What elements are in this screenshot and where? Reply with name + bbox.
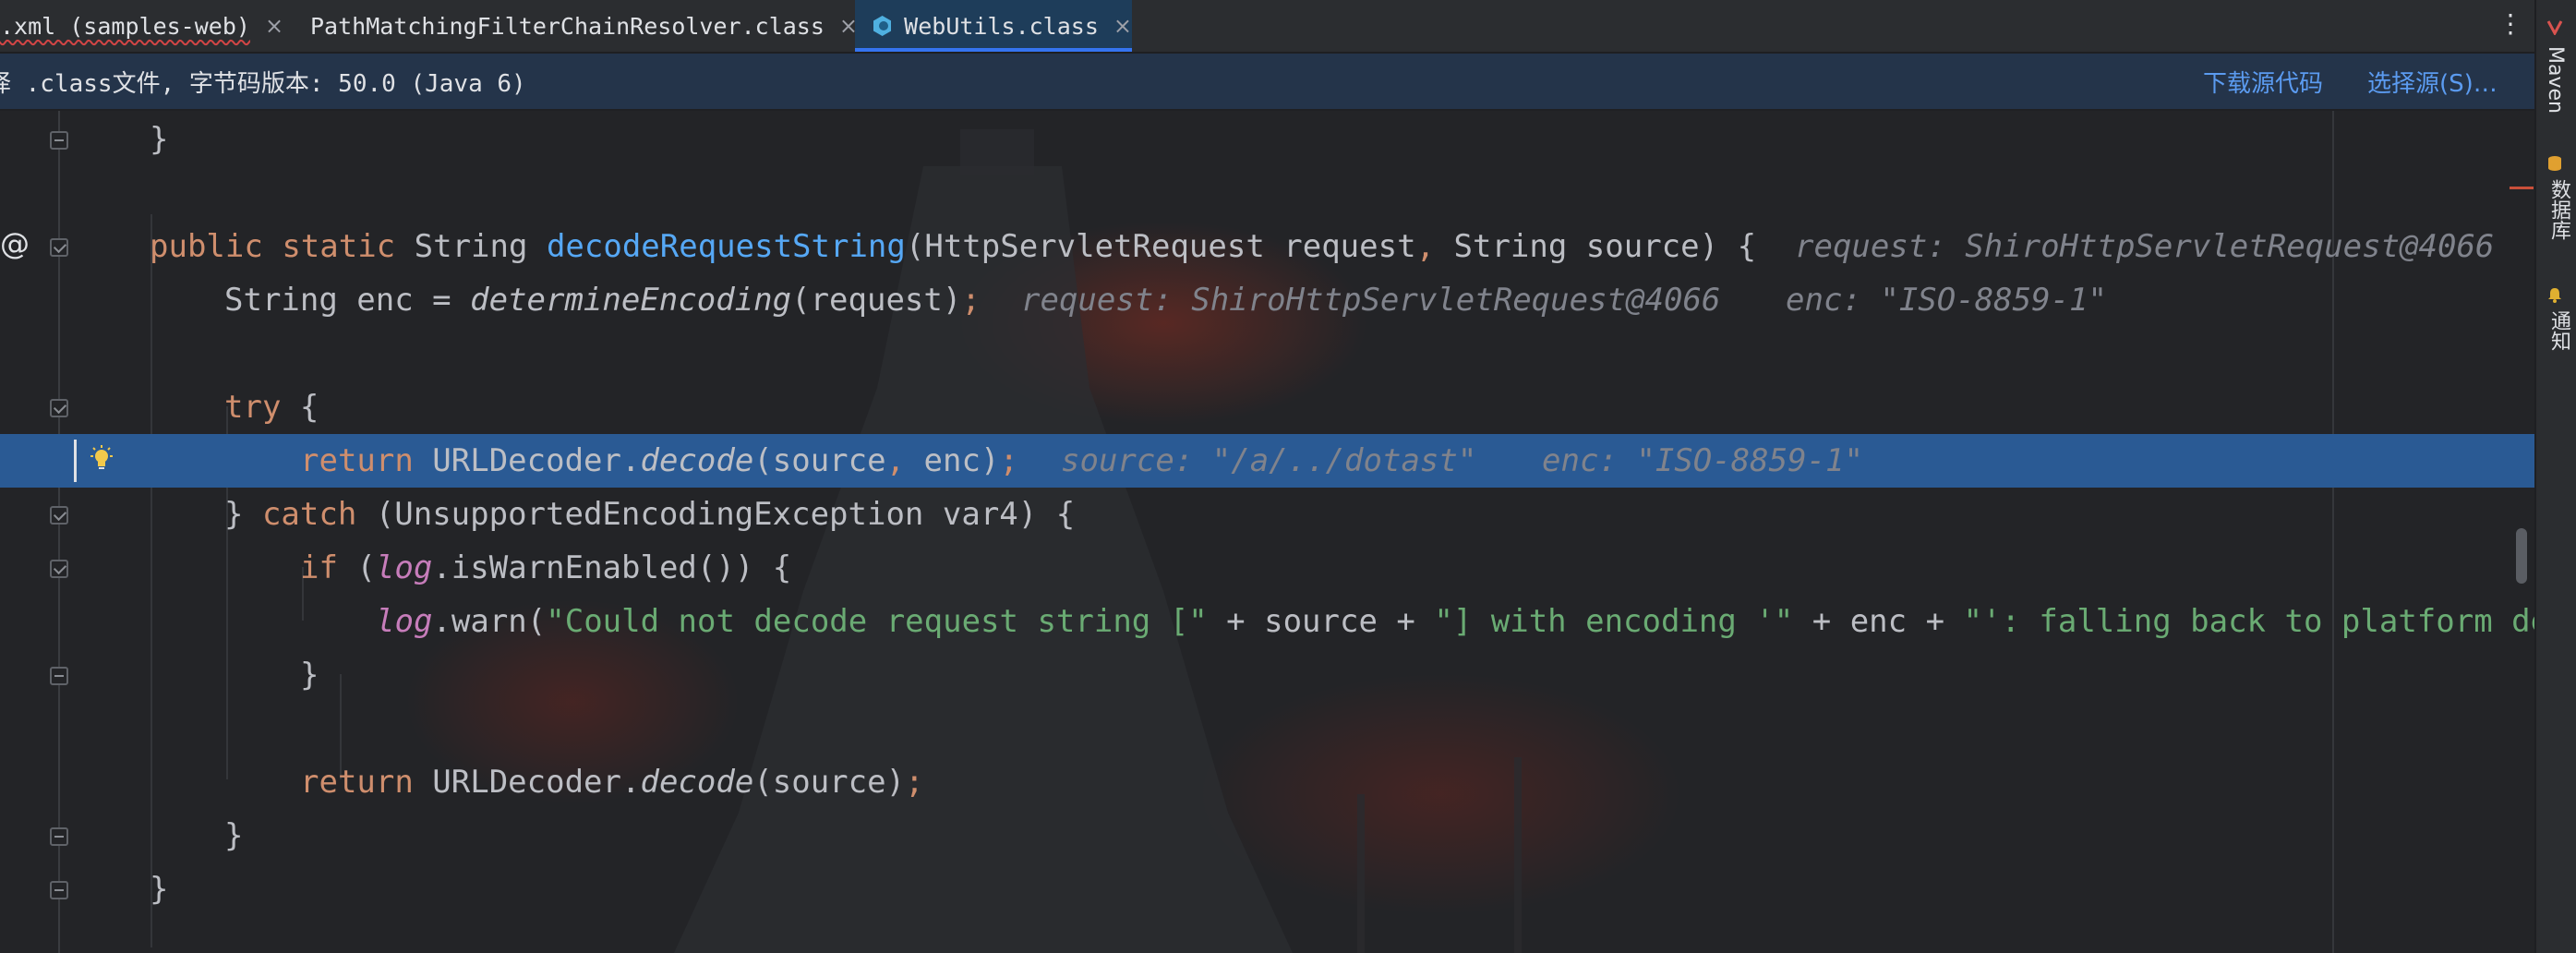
close-icon[interactable]: × xyxy=(1113,13,1132,39)
tab-webutils-class[interactable]: WebUtils.class × xyxy=(855,0,1132,52)
override-marker-icon[interactable]: @ xyxy=(0,226,30,261)
fold-toggle-icon[interactable] xyxy=(50,506,68,525)
code-line: log.warn("Could not decode request strin… xyxy=(376,603,2534,640)
current-execution-line: return URLDecoder.decode(source, enc); s… xyxy=(0,434,2534,488)
fold-toggle-icon[interactable] xyxy=(50,881,68,899)
maven-icon xyxy=(2546,20,2563,35)
inlay-hint: request: ShiroHttpServletRequest@4066 xyxy=(1795,228,2495,265)
code-line: } xyxy=(150,871,169,908)
code-line: } xyxy=(150,121,169,158)
database-tool-button[interactable]: 数据库 xyxy=(2544,179,2573,240)
code-line: try { xyxy=(224,389,319,426)
tab-label: .xml (samples-web) xyxy=(0,12,250,40)
tab-label: PathMatchingFilterChainResolver.class xyxy=(310,12,825,40)
code-line: public static String decodeRequestString… xyxy=(0,220,2534,273)
download-sources-link[interactable]: 下载源代码 xyxy=(2203,65,2323,99)
error-stripe-marker[interactable] xyxy=(2510,187,2534,189)
fold-toggle-icon[interactable] xyxy=(50,560,68,578)
editor-tab-bar: .xml (samples-web) × PathMatchingFilterC… xyxy=(0,0,2534,54)
code-editor[interactable]: } public static String decodeRequestStri… xyxy=(0,111,2534,953)
code-line: String enc = determineEncoding(request);… xyxy=(0,273,2534,327)
fold-toggle-icon[interactable] xyxy=(50,131,68,150)
code-line: } xyxy=(300,657,319,694)
code-line: return URLDecoder.decode(source); xyxy=(300,764,924,801)
decompiled-class-banner: 译 .class文件, 字节码版本: 50.0 (Java 6) 下载源代码 选… xyxy=(0,54,2534,109)
right-tool-strip: Maven 数据库 通知 xyxy=(2534,0,2576,953)
fold-toggle-icon[interactable] xyxy=(50,667,68,685)
vertical-scrollbar-thumb[interactable] xyxy=(2516,528,2527,584)
lightbulb-icon[interactable] xyxy=(89,445,114,473)
banner-text: 译 .class文件, 字节码版本: 50.0 (Java 6) xyxy=(0,69,526,98)
tab-list-menu-icon[interactable]: ⋮ xyxy=(2498,11,2523,37)
notifications-tool-button[interactable]: 通知 xyxy=(2544,310,2573,351)
tab-pathmatchingfilterchainresolver[interactable]: PathMatchingFilterChainResolver.class × xyxy=(277,0,858,52)
text-caret xyxy=(74,440,77,482)
class-file-icon xyxy=(873,16,892,36)
database-icon xyxy=(2548,156,2561,171)
code-line: } xyxy=(224,817,244,854)
inlay-hint: request: ShiroHttpServletRequest@4066 xyxy=(1021,282,1721,319)
code-line: if (log.isWarnEnabled()) { xyxy=(300,549,792,586)
inlay-hint: source: "/a/../dotast" xyxy=(1061,442,1477,479)
fold-toggle-icon[interactable] xyxy=(50,399,68,417)
choose-sources-link[interactable]: 选择源(S)… xyxy=(2367,65,2498,99)
inlay-hint: enc: "ISO-8859-1" xyxy=(1786,282,2107,319)
inlay-hint: enc: "ISO-8859-1" xyxy=(1542,442,1863,479)
tab-label: WebUtils.class xyxy=(904,12,1099,40)
maven-tool-button[interactable]: Maven xyxy=(2544,46,2567,114)
code-line: } catch (UnsupportedEncodingException va… xyxy=(224,496,1076,533)
fold-toggle-icon[interactable] xyxy=(50,238,68,257)
ide-window: .xml (samples-web) × PathMatchingFilterC… xyxy=(0,0,2576,953)
tab-xml-samples-web[interactable]: .xml (samples-web) × xyxy=(0,0,283,52)
fold-toggle-icon[interactable] xyxy=(50,827,68,846)
notification-bell-icon xyxy=(2548,288,2561,303)
